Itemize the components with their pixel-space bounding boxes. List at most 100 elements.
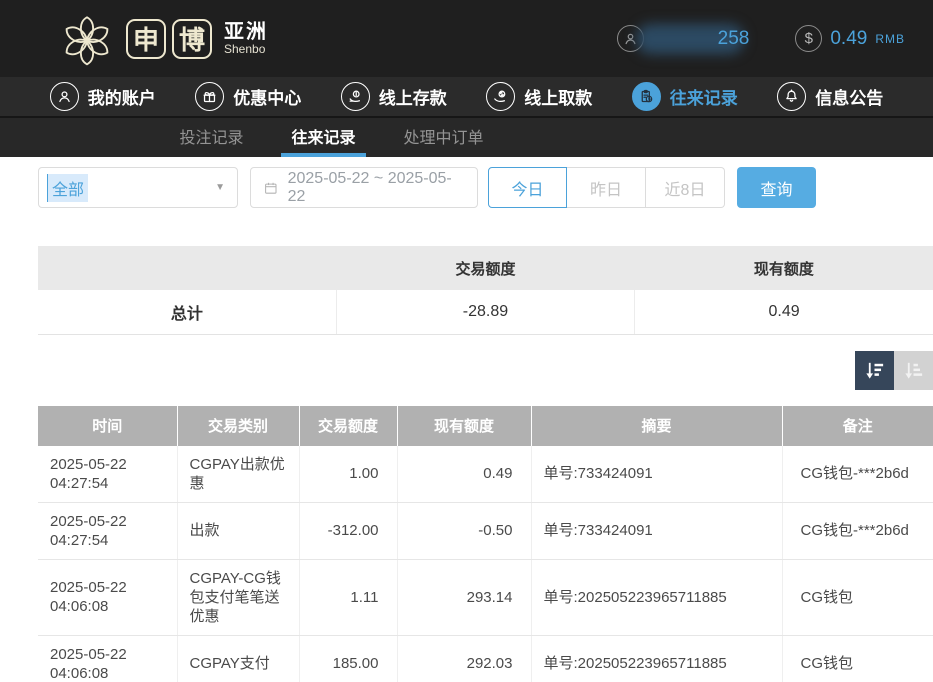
calendar-icon <box>263 180 279 196</box>
table-row: 2025-05-22 04:27:54CGPAY出款优惠1.000.49单号:7… <box>38 446 933 503</box>
tab-transaction-records[interactable]: 往来记录 <box>281 118 365 157</box>
table-cell: CGPAY-CG钱包支付笔笔送优惠 <box>177 559 299 635</box>
top-header: 申 博 亚洲 Shenbo 258 $ 0.49 RMB <box>0 0 933 77</box>
bell-icon <box>777 82 806 111</box>
quick-range-group: 今日 昨日 近8日 <box>488 167 725 208</box>
balance-display[interactable]: $ 0.49 RMB <box>795 25 905 52</box>
gift-icon <box>195 82 224 111</box>
sort-ascending-icon <box>902 359 925 382</box>
table-cell: CG钱包 <box>782 635 933 682</box>
col-note: 备注 <box>782 406 933 446</box>
brand-logo: 申 博 亚洲 Shenbo <box>58 10 268 68</box>
date-range-value: 2025-05-22 ~ 2025-05-22 <box>288 170 465 206</box>
summary-total-label: 总计 <box>38 290 336 334</box>
page: 申 博 亚洲 Shenbo 258 $ 0.49 RMB <box>0 0 933 682</box>
table-row: 2025-05-22 04:06:08CGPAY支付185.00292.03单号… <box>38 635 933 682</box>
sort-ascending-button[interactable] <box>894 351 933 390</box>
summary-header-row: 交易额度 现有额度 <box>38 246 933 290</box>
table-cell: CG钱包 <box>782 559 933 635</box>
col-current-amount: 现有额度 <box>397 406 531 446</box>
dollar-icon: $ <box>795 25 822 52</box>
sub-nav: 投注记录 往来记录 处理中订单 <box>0 118 933 157</box>
sort-descending-icon <box>863 359 886 382</box>
flower-logo-icon <box>58 10 116 68</box>
summary-transaction-total: -28.89 <box>336 290 634 334</box>
table-cell: CGPAY支付 <box>177 635 299 682</box>
table-cell: CG钱包-***2b6d <box>782 502 933 559</box>
table-cell: 出款 <box>177 502 299 559</box>
records-clipboard-icon <box>632 82 661 111</box>
balance-amount: 0.49 <box>830 28 867 50</box>
user-icon <box>50 82 79 111</box>
last-8-days-button[interactable]: 近8日 <box>646 167 725 208</box>
table-cell: 1.00 <box>299 446 397 503</box>
tab-pending-orders[interactable]: 处理中订单 <box>394 118 494 157</box>
table-cell: CGPAY出款优惠 <box>177 446 299 503</box>
brand-char-bo: 博 <box>172 19 212 59</box>
summary-col-current-amount: 现有额度 <box>635 246 933 290</box>
summary-current-total: 0.49 <box>635 290 933 334</box>
brand-char-shen: 申 <box>126 19 166 59</box>
nav-label: 线上存款 <box>379 84 447 109</box>
brand-region-block: 亚洲 Shenbo <box>224 21 268 56</box>
nav-item-my-account[interactable]: 我的账户 <box>50 82 156 111</box>
summary-total-row: 总计 -28.89 0.49 <box>38 290 933 334</box>
table-cell: -0.50 <box>397 502 531 559</box>
nav-item-withdraw[interactable]: 线上取款 <box>486 82 592 111</box>
withdraw-coin-icon <box>486 82 515 111</box>
table-row: 2025-05-22 04:27:54出款-312.00-0.50单号:7334… <box>38 502 933 559</box>
date-range-input[interactable]: 2025-05-22 ~ 2025-05-22 <box>250 167 478 208</box>
table-cell: 2025-05-22 04:27:54 <box>38 502 177 559</box>
tab-betting-records[interactable]: 投注记录 <box>169 118 253 157</box>
account-info[interactable]: 258 <box>617 24 750 54</box>
table-cell: 单号:202505223965711885 <box>531 635 782 682</box>
transaction-type-select[interactable]: 全部 ▼ <box>38 167 238 208</box>
table-cell: CG钱包-***2b6d <box>782 446 933 503</box>
col-remark: 摘要 <box>531 406 782 446</box>
col-time: 时间 <box>38 406 177 446</box>
filter-bar: 全部 ▼ 2025-05-22 ~ 2025-05-22 今日 昨日 近8日 查… <box>38 167 933 208</box>
balance-currency: RMB <box>875 32 905 46</box>
table-cell: 1.11 <box>299 559 397 635</box>
table-cell: 0.49 <box>397 446 531 503</box>
sort-descending-button[interactable] <box>855 351 894 390</box>
nav-label: 往来记录 <box>670 84 738 109</box>
table-cell: 185.00 <box>299 635 397 682</box>
summary-table: 交易额度 现有额度 总计 -28.89 0.49 <box>38 246 933 335</box>
table-cell: 单号:733424091 <box>531 502 782 559</box>
table-header-row: 时间 交易类别 交易额度 现有额度 摘要 备注 <box>38 406 933 446</box>
table-cell: 293.14 <box>397 559 531 635</box>
nav-item-deposit[interactable]: 线上存款 <box>341 82 447 111</box>
col-transaction-type: 交易类别 <box>177 406 299 446</box>
account-suffix: 258 <box>718 28 750 50</box>
table-cell: 单号:733424091 <box>531 446 782 503</box>
header-right: 258 $ 0.49 RMB <box>617 24 905 54</box>
main-nav: 我的账户 优惠中心 线上存款 线上取款 往来记录 <box>0 77 933 118</box>
table-cell: 2025-05-22 04:27:54 <box>38 446 177 503</box>
transactions-table: 时间 交易类别 交易额度 现有额度 摘要 备注 2025-05-22 04:27… <box>38 406 933 682</box>
deposit-coin-icon <box>341 82 370 111</box>
summary-col-transaction-amount: 交易额度 <box>336 246 634 290</box>
sort-controls <box>0 351 933 390</box>
table-cell: 2025-05-22 04:06:08 <box>38 635 177 682</box>
nav-item-promotions[interactable]: 优惠中心 <box>195 82 301 111</box>
nav-item-announcements[interactable]: 信息公告 <box>777 82 883 111</box>
today-button[interactable]: 今日 <box>488 167 567 208</box>
brand-characters: 申 博 <box>126 19 212 59</box>
summary-col-empty <box>38 246 336 290</box>
nav-label: 信息公告 <box>815 84 883 109</box>
transactions-table-body: 2025-05-22 04:27:54CGPAY出款优惠1.000.49单号:7… <box>38 446 933 682</box>
selected-type-value: 全部 <box>47 174 88 202</box>
chevron-down-icon: ▼ <box>215 182 225 193</box>
col-transaction-amount: 交易额度 <box>299 406 397 446</box>
nav-label: 我的账户 <box>88 84 156 109</box>
table-cell: 292.03 <box>397 635 531 682</box>
nav-item-transaction-records[interactable]: 往来记录 <box>632 82 738 111</box>
search-button[interactable]: 查询 <box>737 167 816 208</box>
yesterday-button[interactable]: 昨日 <box>567 167 646 208</box>
table-cell: -312.00 <box>299 502 397 559</box>
nav-label: 优惠中心 <box>233 84 301 109</box>
table-row: 2025-05-22 04:06:08CGPAY-CG钱包支付笔笔送优惠1.11… <box>38 559 933 635</box>
brand-latin-name: Shenbo <box>224 43 268 56</box>
table-cell: 单号:202505223965711885 <box>531 559 782 635</box>
